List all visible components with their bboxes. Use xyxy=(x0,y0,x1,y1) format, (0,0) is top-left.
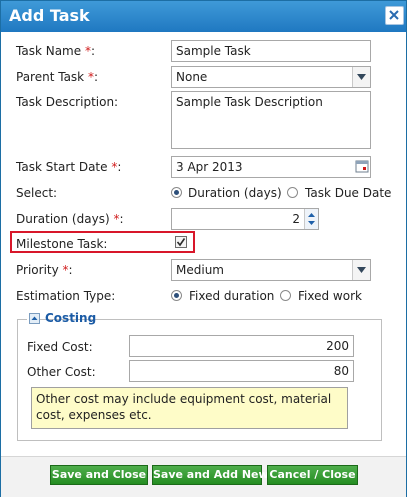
checkmark-icon xyxy=(176,238,186,247)
task-description-label: Task Description: xyxy=(16,95,119,109)
select-label: Select: xyxy=(16,186,58,200)
close-button[interactable] xyxy=(385,6,404,25)
costing-legend-label: Costing xyxy=(45,311,97,325)
fixed-cost-input[interactable]: 200 xyxy=(129,335,354,357)
priority-select[interactable]: Medium xyxy=(171,259,371,281)
task-due-date-radio-label[interactable]: Task Due Date xyxy=(305,186,391,200)
parent-task-label: Parent Task *: xyxy=(16,70,98,84)
add-task-dialog: Add Task Task Name *: Sample Task Parent… xyxy=(0,0,407,497)
collapse-icon[interactable] xyxy=(29,313,40,324)
priority-label: Priority *: xyxy=(16,263,73,277)
duration-stepper[interactable] xyxy=(304,209,318,229)
other-cost-note: Other cost may include equipment cost, m… xyxy=(31,387,348,429)
duration-radio-label[interactable]: Duration (days) xyxy=(188,186,282,200)
calendar-icon[interactable] xyxy=(355,159,369,173)
duration-label: Duration (days) *: xyxy=(16,212,124,226)
dialog-title: Add Task xyxy=(9,6,90,25)
estimation-type-label: Estimation Type: xyxy=(16,289,116,303)
task-start-date-input[interactable]: 3 Apr 2013 xyxy=(171,156,371,178)
chevron-down-icon xyxy=(357,267,366,273)
cancel-close-button[interactable]: Cancel / Close xyxy=(267,465,358,485)
priority-dropdown-button[interactable] xyxy=(352,260,370,280)
parent-task-value: None xyxy=(176,70,208,84)
task-name-label: Task Name *: xyxy=(16,44,95,58)
save-and-close-button[interactable]: Save and Close xyxy=(50,465,148,485)
milestone-checkbox[interactable] xyxy=(175,236,187,248)
spinner-icon xyxy=(308,213,315,225)
other-cost-label: Other Cost: xyxy=(27,365,96,379)
milestone-task-label: Milestone Task: xyxy=(16,237,108,251)
task-start-date-label: Task Start Date *: xyxy=(16,160,122,174)
save-and-add-new-button[interactable]: Save and Add New xyxy=(152,465,269,485)
parent-task-select[interactable]: None xyxy=(171,66,371,88)
parent-task-dropdown-button[interactable] xyxy=(352,67,370,87)
fixed-duration-radio-label[interactable]: Fixed duration xyxy=(189,289,274,303)
task-start-date-value: 3 Apr 2013 xyxy=(176,160,243,174)
other-cost-input[interactable]: 80 xyxy=(129,360,354,382)
priority-value: Medium xyxy=(176,263,224,277)
task-due-date-radio[interactable] xyxy=(287,187,298,198)
close-icon xyxy=(389,10,399,20)
costing-legend[interactable]: Costing xyxy=(27,311,96,327)
task-description-textarea[interactable]: Sample Task Description xyxy=(171,91,371,149)
fixed-work-radio[interactable] xyxy=(280,290,291,301)
chevron-down-icon xyxy=(357,74,366,80)
duration-value: 2 xyxy=(292,212,300,226)
title-bar[interactable]: Add Task xyxy=(1,1,406,32)
duration-input[interactable]: 2 xyxy=(171,208,319,230)
fixed-duration-radio[interactable] xyxy=(171,290,182,301)
task-name-input[interactable]: Sample Task xyxy=(171,40,371,62)
fixed-cost-label: Fixed Cost: xyxy=(27,340,93,354)
duration-radio[interactable] xyxy=(171,187,182,198)
fixed-work-radio-label[interactable]: Fixed work xyxy=(298,289,362,303)
